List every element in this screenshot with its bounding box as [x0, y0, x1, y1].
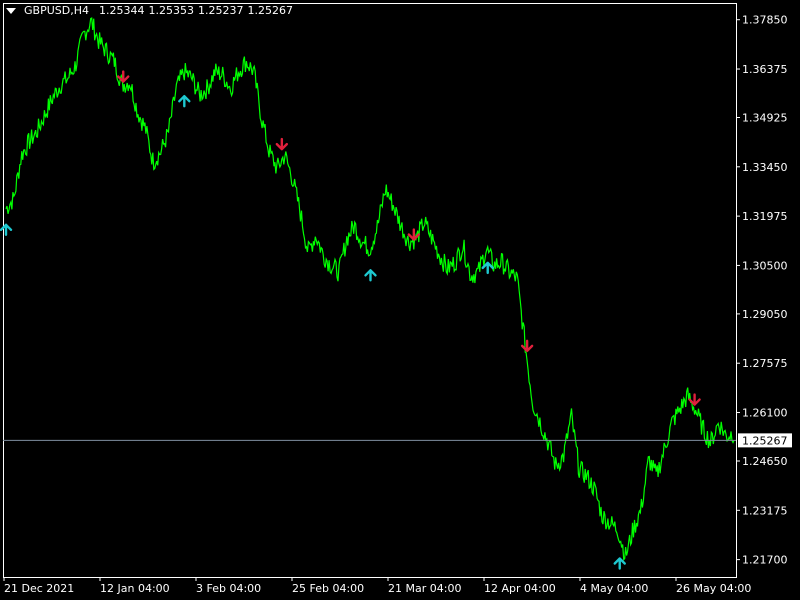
down-arrow-shape	[117, 70, 130, 83]
open-price: 1.25344	[98, 4, 145, 17]
up-arrow-shape	[0, 223, 13, 236]
buy-arrow-icon	[364, 269, 377, 282]
sell-arrow-icon	[117, 70, 130, 83]
close-price: 1.25267	[247, 4, 293, 17]
time-tick-label: 12 Jan 04:00	[100, 582, 170, 595]
up-arrow-shape	[613, 557, 626, 570]
up-arrow-shape	[481, 261, 494, 275]
price-tick-label: 1.29050	[742, 308, 788, 321]
high-price: 1.25353	[148, 4, 194, 17]
time-tick-label: 3 Feb 04:00	[196, 582, 261, 595]
price-chart[interactable]: 1.37850 1.36375 1.34925 1.33450 1.31975 1.305…	[0, 0, 800, 600]
price-tick-label: 1.33450	[742, 161, 788, 174]
down-arrow-shape	[407, 228, 421, 241]
time-tick-label: 26 May 04:00	[676, 582, 751, 595]
buy-arrow-icon	[178, 95, 191, 108]
price-line-series	[5, 17, 735, 561]
sell-arrow-icon	[275, 137, 289, 151]
collapse-triangle-icon[interactable]	[6, 7, 16, 14]
time-tick-label: 25 Feb 04:00	[292, 582, 364, 595]
down-arrow-shape	[688, 393, 701, 406]
price-tick-label: 1.21700	[742, 554, 788, 567]
price-tick-label: 1.23175	[742, 504, 788, 517]
up-arrow-shape	[178, 95, 191, 108]
price-tick-label: 1.26100	[742, 407, 788, 420]
chart-area[interactable]: GBPUSD,H4 1.25344 1.25353 1.25237 1.2526…	[0, 0, 800, 600]
low-price: 1.25237	[197, 4, 244, 17]
price-tick-label: 1.24650	[742, 455, 788, 468]
price-tick-label: 1.36375	[742, 63, 788, 76]
sell-arrow-icon	[407, 228, 421, 241]
buy-arrow-icon	[613, 557, 626, 570]
price-tick-label: 1.27575	[742, 357, 788, 370]
chart-header: GBPUSD,H4 1.25344 1.25353 1.25237 1.2526…	[6, 4, 293, 17]
buy-arrow-icon	[0, 223, 13, 236]
price-tick-label: 1.37850	[742, 14, 788, 27]
time-tick-label: 12 Apr 04:00	[484, 582, 556, 595]
time-tick-label: 21 Dec 2021	[4, 582, 74, 595]
time-tick-label: 4 May 04:00	[580, 582, 648, 595]
down-arrow-shape	[275, 137, 289, 151]
current-price-label: 1.25267	[742, 434, 788, 447]
price-tick-label: 1.31975	[742, 210, 788, 223]
time-tick-label: 21 Mar 04:00	[388, 582, 461, 595]
sell-arrow-icon	[520, 339, 534, 353]
up-arrow-shape	[364, 269, 377, 282]
buy-arrow-icon	[481, 261, 494, 275]
down-arrow-shape	[520, 339, 534, 353]
price-tick-label: 1.34925	[742, 111, 788, 124]
symbol-timeframe: GBPUSD,H4	[24, 4, 89, 17]
plot-frame	[3, 3, 737, 578]
price-tick-label: 1.30500	[742, 259, 788, 272]
current-price-box	[738, 433, 792, 448]
sell-arrow-icon	[688, 393, 701, 406]
